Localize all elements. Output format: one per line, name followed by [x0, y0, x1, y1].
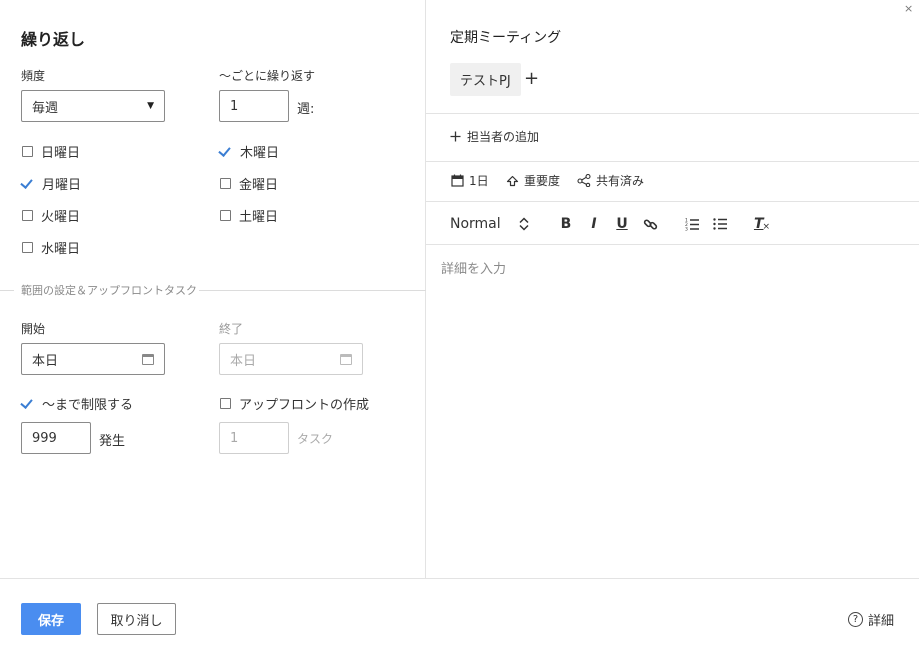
frequency-value: 毎週	[32, 100, 59, 116]
recurrence-title: 繰り返し	[21, 30, 86, 49]
weekday-label: 日曜日	[41, 146, 81, 161]
divider	[190, 290, 426, 291]
task-panel: × 定期ミーティング テストPJ + 担当者の追加 1日 重要度 共有済み No…	[426, 0, 919, 578]
range-section-header: 範囲の設定＆アップフロントタスク	[0, 281, 426, 299]
recurrence-panel: 繰り返し 頻度 毎週 ▼ 〜ごとに繰り返す 1 週: 日曜日 月曜日 火曜日 水…	[0, 0, 426, 578]
upfront-unit: タスク	[297, 432, 334, 446]
weekday-saturday[interactable]: 土曜日	[220, 206, 278, 225]
add-tag-icon[interactable]: +	[524, 68, 539, 89]
calendar-icon	[451, 174, 464, 187]
divider	[426, 113, 919, 114]
x-icon: ×	[762, 222, 771, 232]
occurrence-count-input[interactable]: 999	[21, 422, 91, 454]
weekday-label: 木曜日	[240, 146, 280, 161]
task-title[interactable]: 定期ミーティング	[450, 27, 561, 47]
occurrence-unit: 発生	[99, 434, 126, 449]
help-icon: ?	[848, 612, 863, 627]
start-label: 開始	[21, 322, 46, 336]
italic-button[interactable]: I	[580, 212, 608, 236]
start-date-value: 本日	[32, 353, 59, 369]
bold-button[interactable]: B	[552, 212, 580, 236]
priority-label: 重要度	[524, 174, 561, 188]
checkbox-unchecked-icon	[220, 398, 231, 409]
numbered-list-icon[interactable]: 123	[678, 212, 706, 236]
details-input[interactable]: 詳細を入力	[441, 258, 506, 277]
divider	[426, 201, 919, 202]
weekday-thursday[interactable]: 木曜日	[218, 142, 279, 161]
end-date-input[interactable]: 本日	[219, 343, 363, 375]
divider	[0, 290, 14, 291]
save-button[interactable]: 保存	[21, 603, 81, 635]
weekday-sunday[interactable]: 日曜日	[22, 142, 80, 161]
checkbox-unchecked-icon	[220, 210, 231, 221]
end-date-value: 本日	[230, 353, 257, 369]
details-label: 詳細	[868, 614, 895, 629]
caret-down-icon: ▼	[147, 101, 154, 111]
link-icon[interactable]	[636, 212, 664, 236]
upfront-label: アップフロントの作成	[239, 398, 370, 413]
calendar-icon	[340, 353, 352, 365]
duration-label: 1日	[469, 174, 489, 188]
share-icon	[577, 174, 591, 187]
checkmark-icon	[20, 398, 34, 410]
plus-icon	[450, 131, 461, 142]
frequency-label: 頻度	[21, 69, 46, 83]
checkbox-unchecked-icon	[220, 178, 231, 189]
cancel-button[interactable]: 取り消し	[97, 603, 176, 635]
weekday-label: 火曜日	[41, 210, 81, 225]
priority-button[interactable]: 重要度	[506, 172, 560, 189]
weekday-monday[interactable]: 月曜日	[20, 174, 81, 193]
add-assignee-button[interactable]: 担当者の追加	[450, 128, 539, 145]
close-icon[interactable]: ×	[904, 2, 913, 15]
weekday-friday[interactable]: 金曜日	[220, 174, 278, 193]
checkbox-unchecked-icon	[22, 210, 33, 221]
limit-label: 〜まで制限する	[42, 398, 134, 413]
text-style-value: Normal	[450, 216, 501, 232]
add-assignee-label: 担当者の追加	[467, 130, 540, 144]
frequency-select[interactable]: 毎週 ▼	[21, 90, 165, 122]
weekday-label: 金曜日	[239, 178, 279, 193]
weekday-wednesday[interactable]: 水曜日	[22, 238, 80, 257]
checkbox-unchecked-icon	[22, 146, 33, 157]
checkmark-icon	[218, 146, 232, 158]
calendar-icon	[142, 353, 154, 365]
checkmark-icon	[20, 178, 34, 190]
limit-checkbox[interactable]: 〜まで制限する	[20, 394, 133, 413]
upfront-count-input[interactable]: 1	[219, 422, 289, 454]
end-label: 終了	[219, 322, 244, 336]
share-label: 共有済み	[596, 174, 645, 188]
weekday-tuesday[interactable]: 火曜日	[22, 206, 80, 225]
priority-up-icon	[506, 175, 519, 187]
duration-button[interactable]: 1日	[451, 172, 489, 189]
svg-text:3: 3	[685, 227, 688, 232]
weekday-label: 水曜日	[41, 242, 81, 257]
clear-format-button[interactable]: T ×	[748, 212, 776, 236]
weekday-label: 月曜日	[42, 178, 82, 193]
updown-arrows-icon[interactable]	[514, 212, 534, 236]
upfront-checkbox[interactable]: アップフロントの作成	[220, 394, 369, 413]
interval-label: 〜ごとに繰り返す	[219, 69, 316, 83]
start-date-input[interactable]: 本日	[21, 343, 165, 375]
interval-input[interactable]: 1	[219, 90, 289, 122]
project-tag[interactable]: テストPJ	[450, 63, 521, 96]
underline-button[interactable]: U	[608, 212, 636, 236]
range-section-title: 範囲の設定＆アップフロントタスク	[21, 282, 199, 298]
editor-toolbar: Normal B I U 123 T ×	[450, 212, 776, 236]
weekday-label: 土曜日	[239, 210, 279, 225]
divider	[426, 161, 919, 162]
checkbox-unchecked-icon	[22, 242, 33, 253]
bullet-list-icon[interactable]	[706, 212, 734, 236]
text-style-select[interactable]: Normal	[450, 212, 514, 236]
divider	[426, 244, 919, 245]
details-link[interactable]: ? 詳細	[848, 610, 894, 629]
interval-unit: 週:	[297, 102, 315, 117]
share-button[interactable]: 共有済み	[577, 172, 644, 189]
